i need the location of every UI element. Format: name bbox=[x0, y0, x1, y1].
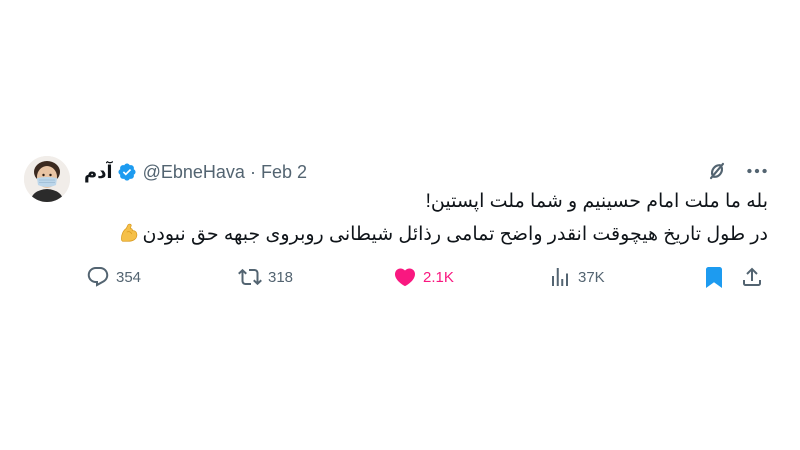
tweet-card[interactable]: آدم @EbneHava · Feb 2 بله ما ملت امام حس… bbox=[0, 138, 800, 296]
verified-badge-icon bbox=[117, 162, 137, 182]
flexed-biceps-emoji-icon bbox=[118, 222, 140, 244]
display-name[interactable]: آدم bbox=[84, 162, 113, 183]
tweet-action-bar: 354 318 2.1K 37K bbox=[0, 262, 800, 294]
like-button[interactable]: 2.1K bbox=[393, 262, 454, 292]
avatar[interactable] bbox=[24, 156, 70, 202]
tweet-header: آدم @EbneHava · Feb 2 bbox=[84, 160, 307, 184]
tweet-date[interactable]: Feb 2 bbox=[261, 162, 307, 183]
bookmark-icon bbox=[706, 267, 722, 288]
reply-count: 354 bbox=[116, 268, 142, 286]
reply-icon bbox=[87, 267, 109, 287]
tweet-text-line-2: در طول تاریخ هیچوقت انقدر واضح تمامی رذا… bbox=[118, 222, 768, 246]
tweet-text-line-2-content: در طول تاریخ هیچوقت انقدر واضح تمامی رذا… bbox=[142, 224, 768, 245]
reply-button[interactable]: 354 bbox=[86, 262, 141, 292]
tweet-text-line-1: بله ما ملت امام حسینیم و شما ملت اپستین! bbox=[425, 191, 768, 212]
views-icon bbox=[552, 268, 568, 286]
user-handle[interactable]: @EbneHava bbox=[143, 162, 245, 183]
tweet-top-actions bbox=[704, 158, 770, 184]
heart-icon bbox=[394, 268, 416, 287]
share-button[interactable] bbox=[740, 262, 764, 292]
views-button[interactable]: 37K bbox=[548, 262, 605, 292]
more-options-icon[interactable] bbox=[744, 158, 770, 184]
separator-dot: · bbox=[249, 161, 256, 182]
retweet-button[interactable]: 318 bbox=[238, 262, 293, 292]
avatar-image bbox=[24, 156, 70, 202]
grok-icon[interactable] bbox=[704, 158, 730, 184]
bookmark-button[interactable] bbox=[702, 262, 726, 292]
retweet-count: 318 bbox=[268, 268, 294, 286]
like-count: 2.1K bbox=[423, 268, 454, 286]
retweet-icon bbox=[238, 268, 262, 286]
views-count: 37K bbox=[578, 268, 605, 286]
share-icon bbox=[743, 267, 761, 286]
